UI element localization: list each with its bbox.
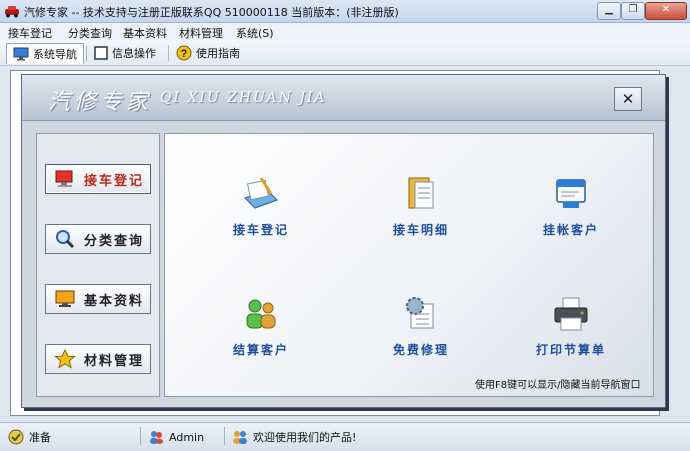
tab-label: 使用指南 bbox=[196, 47, 240, 60]
minimize-button[interactable]: ▁ bbox=[597, 2, 621, 20]
tile-print-statement[interactable]: 打印节算单 bbox=[521, 294, 621, 358]
svg-text:?: ? bbox=[181, 48, 188, 60]
status-welcome-label: 欢迎使用我们的产品! bbox=[253, 431, 357, 444]
nav-close-button[interactable]: ✕ bbox=[614, 87, 642, 111]
sidebar-item-query[interactable]: 分类查询 bbox=[45, 224, 151, 254]
sidebar: 接车登记 分类查询 基本资料 材料管理 bbox=[36, 133, 160, 397]
sidebar-item-checkin[interactable]: 接车登记 bbox=[45, 164, 151, 194]
navigation-window: 汽修专家 QI XIU ZHUAN JIA ✕ 接车登记 分类查询 基本资料 材… bbox=[21, 74, 666, 408]
menu-item-materials[interactable]: 材料管理 bbox=[179, 25, 223, 41]
close-button[interactable]: ✕ bbox=[645, 2, 687, 20]
help-icon: ? bbox=[176, 45, 192, 61]
tile-label: 挂帐客户 bbox=[542, 223, 599, 237]
tile-credit-customers[interactable]: 挂帐客户 bbox=[521, 174, 621, 238]
banner-title-cn: 汽修专家 bbox=[48, 90, 153, 115]
sidebar-item-label: 基本资料 bbox=[84, 293, 145, 309]
tile-label: 免费修理 bbox=[392, 343, 449, 357]
menu-bar: 接车登记 分类查询 基本资料 材料管理 系统(S) bbox=[0, 23, 690, 40]
magnifier-icon bbox=[56, 230, 75, 249]
tab-system-nav[interactable]: 系统导航 bbox=[6, 43, 84, 64]
tile-panel: 接车登记 接车明细 挂帐客户 结算客户 免费修理 打印节算单 使用F8键可以显示… bbox=[164, 133, 654, 397]
user-icon bbox=[150, 431, 163, 444]
menu-item-basic-data[interactable]: 基本资料 bbox=[123, 25, 167, 41]
sidebar-item-basic-data[interactable]: 基本资料 bbox=[45, 284, 151, 314]
car-app-icon bbox=[5, 6, 19, 18]
tile-settled-customers[interactable]: 结算客户 bbox=[211, 294, 311, 358]
tab-label: 信息操作 bbox=[112, 47, 156, 60]
banner: 汽修专家 QI XIU ZHUAN JIA ✕ bbox=[22, 75, 665, 121]
status-user-label: Admin bbox=[169, 430, 205, 444]
menu-item-checkin[interactable]: 接车登记 bbox=[8, 25, 52, 41]
status-welcome: 欢迎使用我们的产品! bbox=[232, 429, 356, 445]
tab-user-guide[interactable]: ? 使用指南 bbox=[176, 43, 240, 63]
square-icon bbox=[94, 46, 108, 60]
tile-checkin[interactable]: 接车登记 bbox=[211, 174, 311, 238]
sidebar-item-materials[interactable]: 材料管理 bbox=[45, 344, 151, 374]
folder-doc-icon bbox=[408, 177, 434, 209]
tile-label: 打印节算单 bbox=[535, 343, 606, 357]
status-bar: 准备 Admin 欢迎使用我们的产品! bbox=[0, 422, 690, 451]
window-title: 汽修专家 -- 技术支持与注册正版联系QQ 510000118 当前版本：(非注… bbox=[24, 6, 399, 19]
computer-icon bbox=[55, 170, 73, 187]
star-icon bbox=[54, 349, 76, 369]
card-icon bbox=[556, 179, 586, 208]
tile-checkin-details[interactable]: 接车明细 bbox=[371, 174, 471, 238]
tile-label: 接车登记 bbox=[232, 223, 289, 237]
status-divider bbox=[140, 427, 141, 445]
printer-icon bbox=[554, 297, 588, 331]
people-icon bbox=[233, 431, 247, 444]
tile-label: 结算客户 bbox=[232, 343, 289, 357]
menu-item-system[interactable]: 系统(S) bbox=[236, 25, 274, 41]
monitor-icon bbox=[55, 290, 75, 307]
tab-info-ops[interactable]: 信息操作 bbox=[94, 43, 156, 63]
banner-title-en: QI XIU ZHUAN JIA bbox=[160, 90, 327, 106]
status-divider bbox=[224, 427, 225, 445]
sidebar-item-label: 接车登记 bbox=[84, 173, 145, 189]
toolbar: 系统导航 信息操作 ? 使用指南 bbox=[0, 40, 690, 66]
f8-hint-text: 使用F8键可以显示/隐藏当前导航窗口 bbox=[475, 380, 641, 391]
monitor-icon bbox=[13, 47, 29, 61]
restore-button[interactable]: ❐ bbox=[621, 2, 645, 20]
sidebar-item-label: 分类查询 bbox=[84, 233, 145, 249]
tile-free-repair[interactable]: 免费修理 bbox=[371, 294, 471, 358]
tile-label: 接车明细 bbox=[392, 223, 449, 237]
users-icon bbox=[246, 299, 276, 329]
menu-item-query[interactable]: 分类查询 bbox=[68, 25, 112, 41]
tab-divider bbox=[168, 45, 169, 61]
title-bar: 汽修专家 -- 技术支持与注册正版联系QQ 510000118 当前版本：(非注… bbox=[0, 0, 690, 23]
tab-divider bbox=[86, 45, 87, 61]
status-user: Admin bbox=[148, 429, 204, 445]
status-ready-label: 准备 bbox=[29, 431, 51, 444]
pen-paper-icon bbox=[244, 177, 278, 209]
tab-label: 系统导航 bbox=[33, 48, 77, 61]
ready-icon bbox=[8, 429, 24, 445]
sidebar-item-label: 材料管理 bbox=[84, 353, 145, 369]
status-ready: 准备 bbox=[8, 429, 51, 445]
gear-doc-icon bbox=[406, 297, 434, 329]
